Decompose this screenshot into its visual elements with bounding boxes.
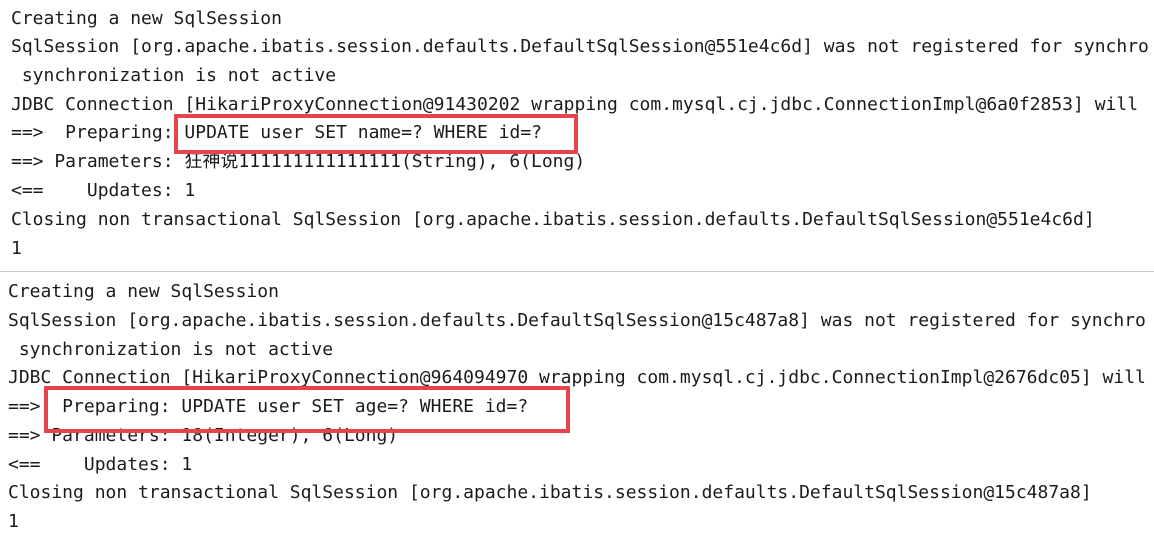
console-screenshot: Creating a new SqlSession SqlSession [or… (0, 0, 1154, 545)
log-line: 1 (8, 511, 19, 532)
highlight-box-sql-bottom (44, 386, 570, 433)
log-line: synchronization is not active (8, 339, 334, 360)
log-line: Closing non transactional SqlSession [or… (8, 482, 1092, 503)
log-line: synchronization is not active (11, 65, 337, 86)
console-output-top: Creating a new SqlSession SqlSession [or… (0, 0, 1154, 272)
highlight-box-sql-top (174, 114, 578, 154)
log-line: Creating a new SqlSession (8, 281, 279, 302)
log-line: Closing non transactional SqlSession [or… (11, 209, 1095, 230)
log-line: 1 (11, 238, 22, 259)
log-line: SqlSession [org.apache.ibatis.session.de… (8, 310, 1146, 331)
log-line: <== Updates: 1 (11, 180, 196, 201)
console-output-bottom: Creating a new SqlSession SqlSession [or… (0, 272, 1154, 545)
log-line: <== Updates: 1 (8, 454, 193, 475)
log-line: SqlSession [org.apache.ibatis.session.de… (11, 36, 1149, 57)
log-line: ==> Parameters: 狂神说111111111111111(Strin… (11, 151, 586, 172)
log-line: JDBC Connection [HikariProxyConnection@9… (11, 94, 1139, 115)
log-line: Creating a new SqlSession (11, 8, 282, 29)
